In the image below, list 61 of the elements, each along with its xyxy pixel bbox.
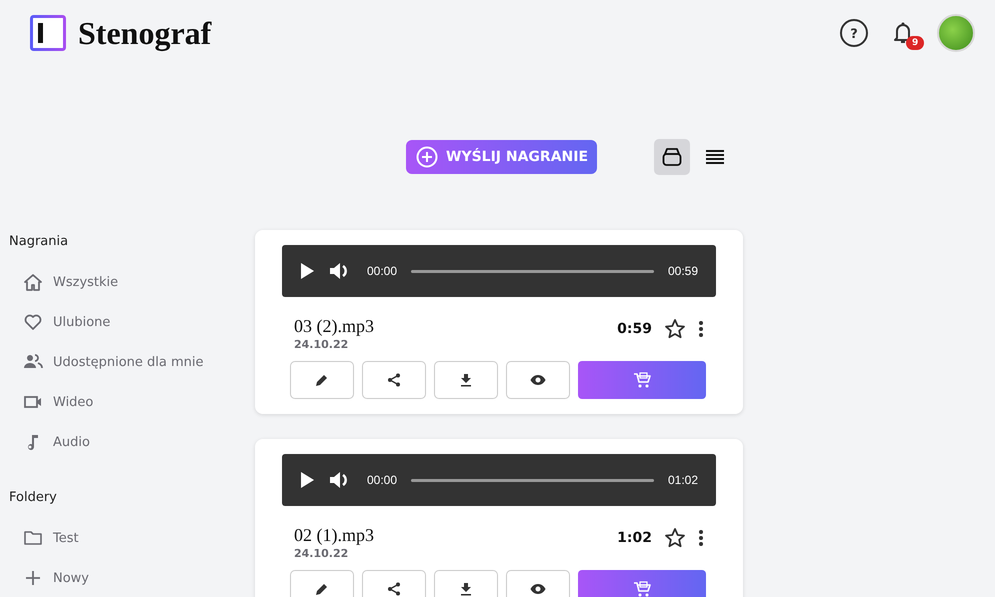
date: 24.10.22 <box>294 547 350 560</box>
current-time: 00:00 <box>367 264 398 278</box>
eye-icon <box>530 583 546 595</box>
section-heading: Nagrania <box>9 234 70 250</box>
logo-icon <box>30 15 66 51</box>
help-icon[interactable]: ? <box>839 18 869 48</box>
star-icon[interactable] <box>664 527 686 549</box>
total-time: 01:02 <box>668 473 698 487</box>
eye-icon <box>530 374 546 386</box>
folder-icon <box>23 528 43 548</box>
section-heading: Foldery <box>9 490 58 506</box>
sidebar-item[interactable]: Nowy <box>53 570 90 586</box>
play-icon[interactable] <box>299 262 315 280</box>
pencil-icon <box>315 582 329 596</box>
heart-icon <box>23 312 43 332</box>
preview-button[interactable] <box>506 361 570 399</box>
help-icon-glyph: ? <box>850 27 858 42</box>
plus-icon <box>23 568 43 588</box>
share-button[interactable] <box>362 570 426 597</box>
stack-icon <box>661 146 683 168</box>
seek-bar[interactable] <box>411 478 654 482</box>
duration: 1:02 <box>617 530 652 546</box>
sidebar-item[interactable]: Test <box>53 530 79 546</box>
view-toggle[interactable] <box>654 139 690 175</box>
file-name: 03 (2).mp3 <box>294 316 374 337</box>
sidebar-item[interactable]: Ulubione <box>53 314 110 330</box>
plus-circle-icon <box>416 146 438 168</box>
sidebar-item[interactable]: Wszystkie <box>53 274 118 290</box>
brand-name: Stenograf <box>78 14 212 52</box>
download-button[interactable] <box>434 570 498 597</box>
home-icon <box>23 272 43 292</box>
play-icon[interactable] <box>299 471 315 489</box>
notification-badge: 9 <box>906 36 924 50</box>
preview-button[interactable] <box>506 570 570 597</box>
avatar[interactable] <box>937 14 975 52</box>
upload-button[interactable]: WYŚLIJ NAGRANIE <box>406 140 598 174</box>
total-time: 00:59 <box>668 264 698 278</box>
sidebar-item[interactable]: Wideo <box>53 394 94 410</box>
list-icon <box>705 149 725 165</box>
date: 24.10.22 <box>294 338 350 351</box>
pencil-icon <box>315 373 329 387</box>
star-icon[interactable] <box>664 318 686 340</box>
edit-button[interactable] <box>290 570 354 597</box>
current-time: 00:00 <box>367 473 398 487</box>
share-icon <box>387 373 401 387</box>
more-icon[interactable] <box>698 320 704 338</box>
cart-icon <box>633 580 651 597</box>
more-icon[interactable] <box>698 529 704 547</box>
order-button[interactable] <box>578 361 706 399</box>
sidebar-item[interactable]: Udostępnione dla mnie <box>53 354 204 370</box>
order-button[interactable] <box>578 570 706 597</box>
download-icon <box>460 582 472 596</box>
cart-icon <box>633 371 651 389</box>
duration: 0:59 <box>617 321 652 337</box>
sidebar-item[interactable]: Audio <box>53 434 90 450</box>
file-name: 02 (1).mp3 <box>294 525 374 546</box>
share-button[interactable] <box>362 361 426 399</box>
share-icon <box>387 582 401 596</box>
seek-bar[interactable] <box>411 270 654 272</box>
download-button[interactable] <box>434 361 498 399</box>
download-icon <box>460 373 472 387</box>
